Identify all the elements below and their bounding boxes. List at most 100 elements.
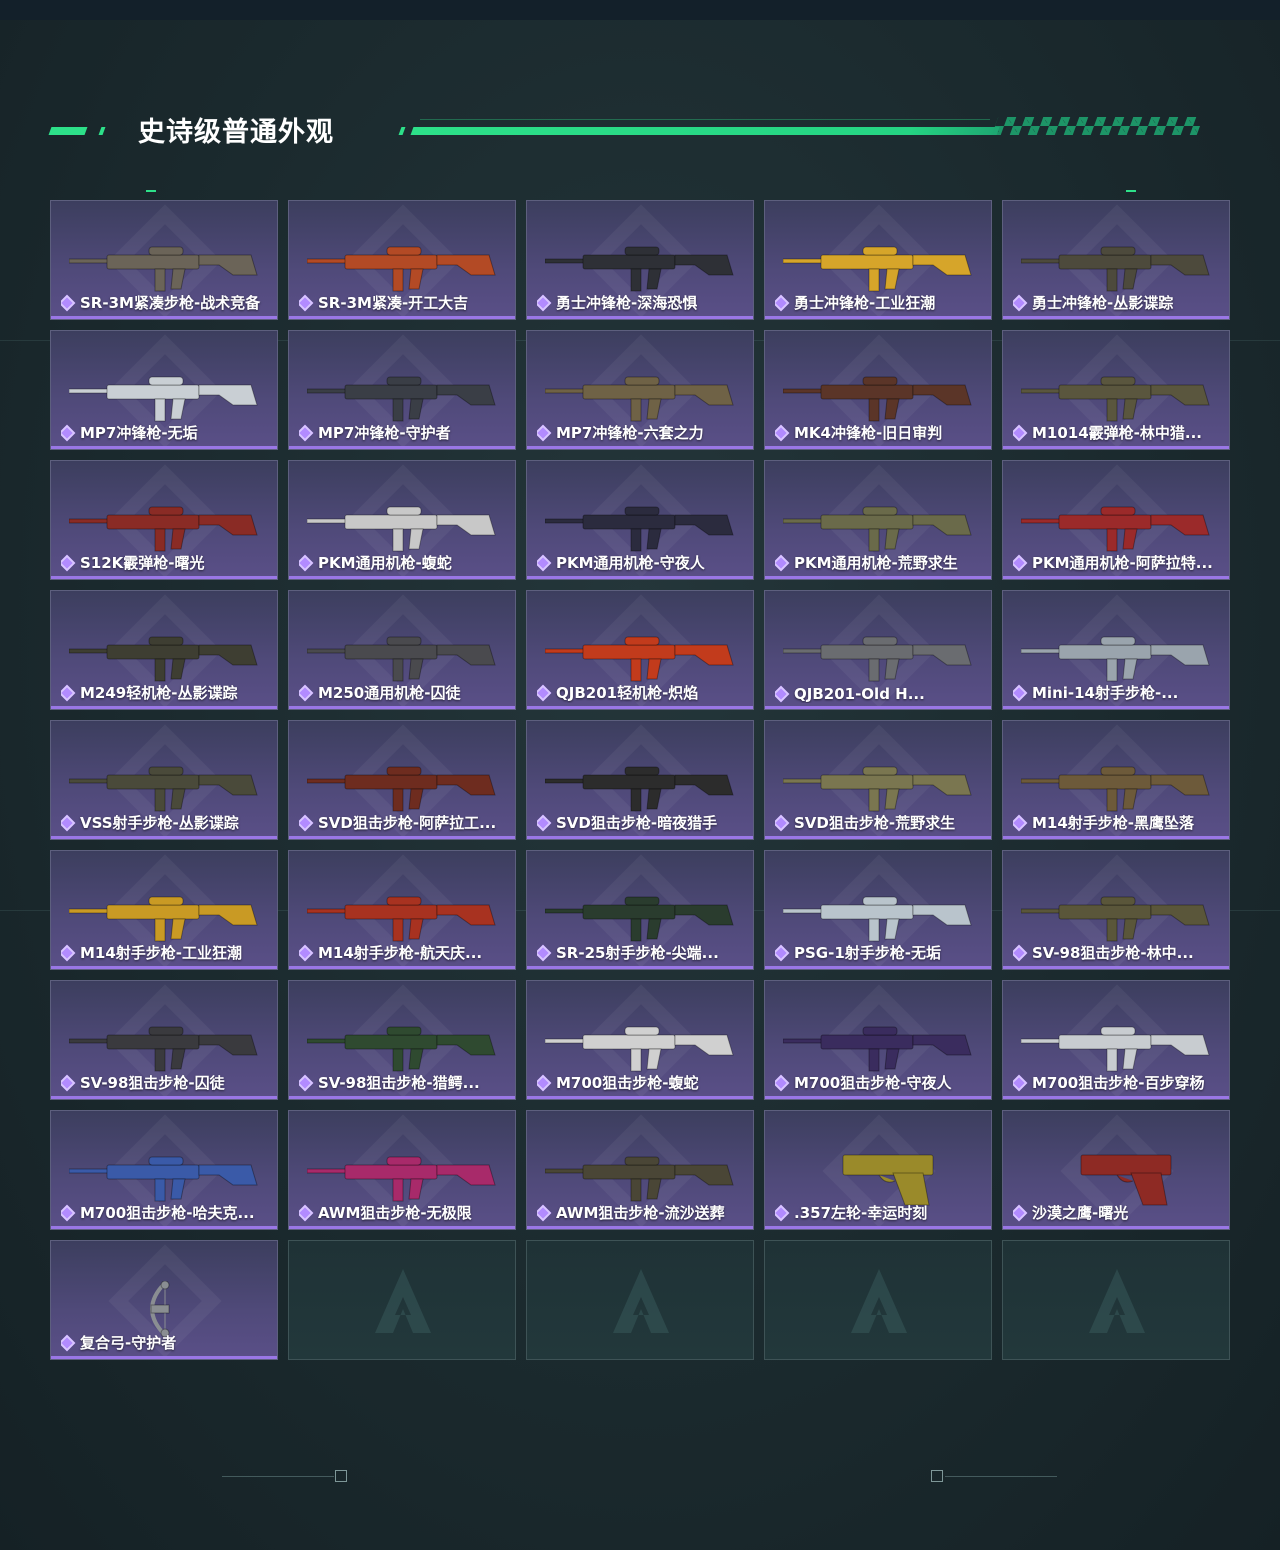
skin-name: SVD狙击步枪-荒野求生	[794, 814, 956, 832]
skin-name: MK4冲锋枪-旧日审判	[794, 424, 943, 442]
skin-label: PKM通用机枪-蝮蛇	[299, 552, 509, 573]
skin-card[interactable]: PKM通用机枪-阿萨拉特...	[1002, 460, 1230, 580]
skin-name: 沙漠之鹰-曙光	[1032, 1204, 1129, 1222]
skin-name: M14射手步枪-工业狂潮	[80, 944, 243, 962]
skin-label: QJB201-Old H...	[775, 685, 985, 703]
skin-name: M1014霰弹枪-林中猎...	[1032, 424, 1202, 442]
skin-card[interactable]: SR-3M紧凑-开工大吉	[288, 200, 516, 320]
skin-name: Mini-14射手步枪-...	[1032, 684, 1179, 702]
skin-label: MP7冲锋枪-守护者	[299, 422, 509, 443]
skin-label: M700狙击步枪-哈夫克...	[61, 1202, 271, 1223]
skin-name: M700狙击步枪-百步穿杨	[1032, 1074, 1205, 1092]
skin-card[interactable]: M700狙击步枪-哈夫克...	[50, 1110, 278, 1230]
skin-card[interactable]: PKM通用机枪-荒野求生	[764, 460, 992, 580]
skin-card[interactable]: MP7冲锋枪-六套之力	[526, 330, 754, 450]
brand-triangle-icon	[373, 1267, 433, 1341]
skin-card[interactable]: 勇士冲锋枪-工业狂潮	[764, 200, 992, 320]
header-accent-bar	[98, 127, 106, 135]
skin-card[interactable]: VSS射手步枪-丛影谍踪	[50, 720, 278, 840]
skin-card[interactable]: PSG-1射手步枪-无垢	[764, 850, 992, 970]
skin-label: VSS射手步枪-丛影谍踪	[61, 812, 271, 833]
skin-card[interactable]: 勇士冲锋枪-深海恐惧	[526, 200, 754, 320]
skin-label: QJB201轻机枪-炽焰	[537, 682, 747, 703]
skin-card[interactable]: SR-3M紧凑步枪-战术竞备	[50, 200, 278, 320]
empty-slot	[1002, 1240, 1230, 1360]
corner-tick	[146, 190, 156, 192]
purple-diamond-icon	[299, 684, 314, 701]
brand-triangle-icon	[849, 1267, 909, 1341]
footer-line	[222, 1476, 334, 1477]
purple-diamond-icon	[775, 685, 790, 703]
skin-card[interactable]: SVD狙击步枪-暗夜猎手	[526, 720, 754, 840]
skin-card[interactable]: 沙漠之鹰-曙光	[1002, 1110, 1230, 1230]
skin-card[interactable]: MP7冲锋枪-无垢	[50, 330, 278, 450]
purple-diamond-icon	[61, 554, 76, 571]
skin-card[interactable]: Mini-14射手步枪-...	[1002, 590, 1230, 710]
skin-name: SV-98狙击步枪-猎鳄...	[318, 1074, 480, 1092]
skin-label: SV-98狙击步枪-猎鳄...	[299, 1072, 509, 1093]
skin-label: M249轻机枪-丛影谍踪	[61, 682, 271, 703]
skin-card[interactable]: MP7冲锋枪-守护者	[288, 330, 516, 450]
skin-label: MK4冲锋枪-旧日审判	[775, 422, 985, 443]
empty-slot	[764, 1240, 992, 1360]
skin-card[interactable]: M700狙击步枪-蝮蛇	[526, 980, 754, 1100]
skin-label: 沙漠之鹰-曙光	[1013, 1202, 1223, 1223]
brand-triangle-icon	[611, 1267, 671, 1341]
skin-card[interactable]: M14射手步枪-航天庆...	[288, 850, 516, 970]
skin-card[interactable]: .357左轮-幸运时刻	[764, 1110, 992, 1230]
skin-name: SR-3M紧凑-开工大吉	[318, 294, 469, 312]
skin-card[interactable]: SR-25射手步枪-尖端...	[526, 850, 754, 970]
skin-name: SR-25射手步枪-尖端...	[556, 944, 719, 962]
skin-name: SV-98狙击步枪-林中...	[1032, 944, 1194, 962]
skin-name: PKM通用机枪-守夜人	[556, 554, 705, 572]
skin-card[interactable]: SV-98狙击步枪-猎鳄...	[288, 980, 516, 1100]
skin-card[interactable]: 复合弓-守护者	[50, 1240, 278, 1360]
skin-card[interactable]: M250通用机枪-囚徒	[288, 590, 516, 710]
skin-label: AWM狙击步枪-流沙送葬	[537, 1202, 747, 1223]
skin-name: PSG-1射手步枪-无垢	[794, 944, 941, 962]
skin-label: SVD狙击步枪-阿萨拉工...	[299, 812, 509, 833]
purple-diamond-icon	[299, 814, 314, 831]
skin-card[interactable]: M14射手步枪-工业狂潮	[50, 850, 278, 970]
skin-card[interactable]: M700狙击步枪-守夜人	[764, 980, 992, 1100]
purple-diamond-icon	[1013, 684, 1028, 701]
brand-triangle-icon	[1087, 1267, 1147, 1341]
skin-card[interactable]: AWM狙击步枪-无极限	[288, 1110, 516, 1230]
footer-box	[335, 1470, 347, 1482]
skin-label: M14射手步枪-黑鹰坠落	[1013, 812, 1223, 833]
skin-card[interactable]: SV-98狙击步枪-囚徒	[50, 980, 278, 1100]
skin-card[interactable]: M700狙击步枪-百步穿杨	[1002, 980, 1230, 1100]
purple-diamond-icon	[537, 554, 552, 571]
skin-label: 复合弓-守护者	[61, 1332, 271, 1353]
skin-card[interactable]: M1014霰弹枪-林中猎...	[1002, 330, 1230, 450]
purple-diamond-icon	[537, 1074, 552, 1091]
skin-name: MP7冲锋枪-无垢	[80, 424, 198, 442]
skin-card[interactable]: AWM狙击步枪-流沙送葬	[526, 1110, 754, 1230]
skin-name: SV-98狙击步枪-囚徒	[80, 1074, 225, 1092]
skin-name: M700狙击步枪-蝮蛇	[556, 1074, 699, 1092]
skin-card[interactable]: 勇士冲锋枪-丛影谍踪	[1002, 200, 1230, 320]
skin-card[interactable]: MK4冲锋枪-旧日审判	[764, 330, 992, 450]
purple-diamond-icon	[775, 814, 790, 831]
skin-name: 复合弓-守护者	[80, 1334, 177, 1352]
skin-card[interactable]: M14射手步枪-黑鹰坠落	[1002, 720, 1230, 840]
purple-diamond-icon	[775, 1074, 790, 1091]
skin-card[interactable]: M249轻机枪-丛影谍踪	[50, 590, 278, 710]
skin-name: SR-3M紧凑步枪-战术竞备	[80, 294, 261, 312]
skin-label: SVD狙击步枪-荒野求生	[775, 812, 985, 833]
skin-card[interactable]: SV-98狙击步枪-林中...	[1002, 850, 1230, 970]
skin-card[interactable]: SVD狙击步枪-荒野求生	[764, 720, 992, 840]
skin-label: M700狙击步枪-百步穿杨	[1013, 1072, 1223, 1093]
skin-card[interactable]: PKM通用机枪-蝮蛇	[288, 460, 516, 580]
skin-label: SR-3M紧凑步枪-战术竞备	[61, 292, 271, 313]
skin-card[interactable]: S12K霰弹枪-曙光	[50, 460, 278, 580]
skin-card[interactable]: QJB201-Old H...	[764, 590, 992, 710]
skin-card[interactable]: SVD狙击步枪-阿萨拉工...	[288, 720, 516, 840]
purple-diamond-icon	[537, 424, 552, 441]
skin-label: SV-98狙击步枪-林中...	[1013, 942, 1223, 963]
skin-card[interactable]: QJB201轻机枪-炽焰	[526, 590, 754, 710]
purple-diamond-icon	[775, 1204, 790, 1221]
purple-diamond-icon	[1013, 554, 1028, 571]
skin-name: MP7冲锋枪-守护者	[318, 424, 451, 442]
skin-card[interactable]: PKM通用机枪-守夜人	[526, 460, 754, 580]
